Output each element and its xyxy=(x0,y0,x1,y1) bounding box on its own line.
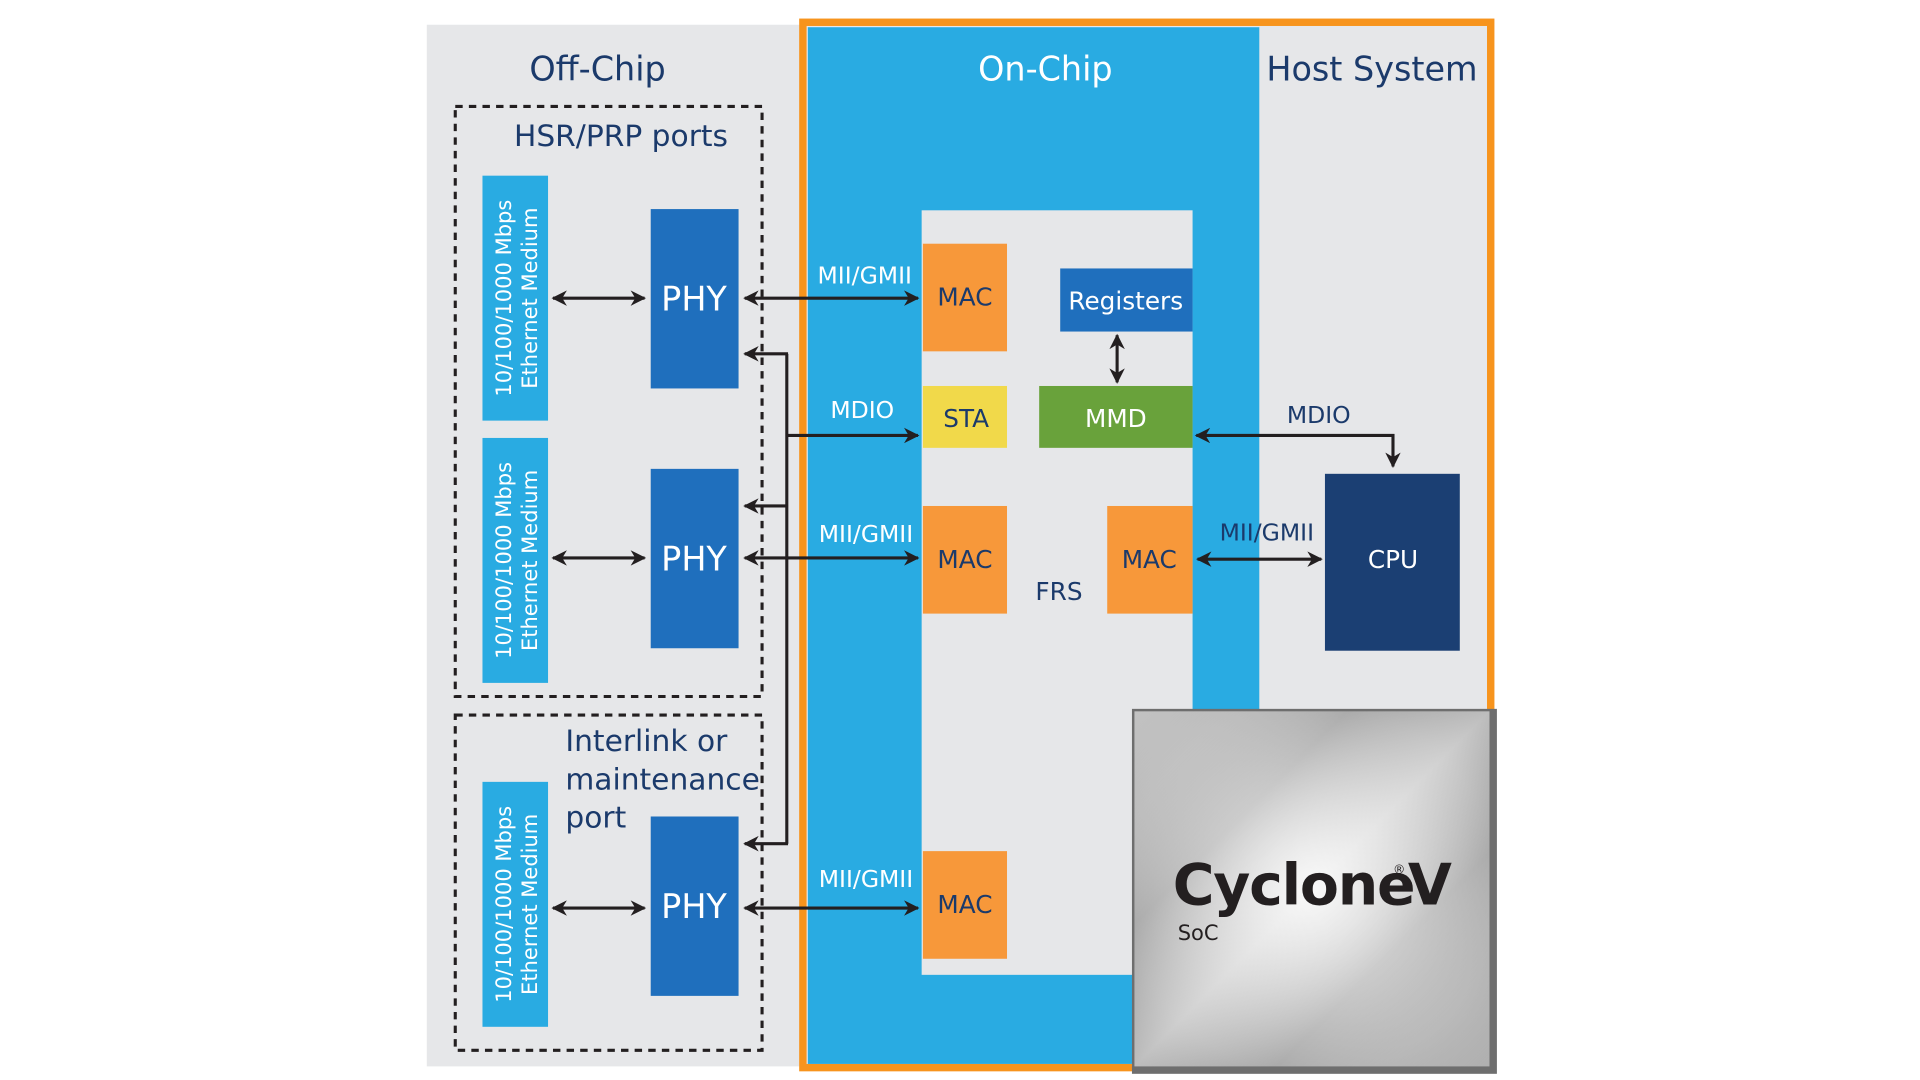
ethernet-medium-3: 10/100/1000 Mbps Ethernet Medium xyxy=(482,781,549,1027)
hsr-prp-diagram: Off-Chip On-Chip Host System HSR/PRP por… xyxy=(426,18,1497,1074)
svg-text:PHY: PHY xyxy=(661,887,727,926)
sta-block: STA xyxy=(922,385,1008,448)
svg-text:10/100/1000 Mbps: 10/100/1000 Mbps xyxy=(491,200,516,397)
mac-block-host: MAC xyxy=(1107,505,1193,614)
interlink-label-1: Interlink or xyxy=(565,724,728,759)
phy-block-2: PHY xyxy=(650,468,739,649)
cyclone-v-chip-logo: Cyclone ® V SoC xyxy=(1131,708,1497,1074)
svg-text:MMD: MMD xyxy=(1085,404,1147,433)
cpu-block: CPU xyxy=(1324,473,1460,651)
svg-text:SoC: SoC xyxy=(1178,920,1219,945)
svg-text:V: V xyxy=(1408,852,1452,918)
host-system-title: Host System xyxy=(1266,49,1477,88)
svg-text:CPU: CPU xyxy=(1368,545,1418,574)
svg-text:MAC: MAC xyxy=(937,545,992,574)
svg-text:Ethernet Medium: Ethernet Medium xyxy=(517,208,542,389)
svg-text:10/100/1000 Mbps: 10/100/1000 Mbps xyxy=(491,462,516,659)
mii-gmii-label-host: MII/GMII xyxy=(1220,519,1314,547)
ethernet-medium-1: 10/100/1000 Mbps Ethernet Medium xyxy=(482,175,549,421)
svg-text:MAC: MAC xyxy=(1122,545,1177,574)
svg-text:PHY: PHY xyxy=(661,539,727,578)
phy-block-3: PHY xyxy=(650,816,739,996)
svg-text:PHY: PHY xyxy=(661,280,727,319)
mdio-label-right: MDIO xyxy=(1287,401,1351,429)
mmd-block: MMD xyxy=(1039,385,1193,448)
phy-block-1: PHY xyxy=(650,209,739,389)
svg-text:STA: STA xyxy=(943,404,989,433)
svg-text:Cyclone: Cyclone xyxy=(1173,852,1415,918)
mac-block-3: MAC xyxy=(922,851,1008,959)
hsr-prp-label: HSR/PRP ports xyxy=(514,119,728,154)
svg-text:10/100/1000 Mbps: 10/100/1000 Mbps xyxy=(491,806,516,1003)
registers-block: Registers xyxy=(1060,268,1193,332)
svg-text:MAC: MAC xyxy=(937,890,992,919)
mii-gmii-label-2: MII/GMII xyxy=(819,520,913,548)
mac-block-1: MAC xyxy=(922,243,1008,352)
frs-label: FRS xyxy=(1035,577,1082,606)
mii-gmii-label-3: MII/GMII xyxy=(819,865,913,893)
mii-gmii-label-1: MII/GMII xyxy=(818,261,912,289)
interlink-label-2: maintenance xyxy=(565,762,760,797)
svg-text:®: ® xyxy=(1393,862,1405,876)
on-chip-title: On-Chip xyxy=(978,49,1112,88)
interlink-label-3: port xyxy=(565,801,626,836)
svg-text:Ethernet Medium: Ethernet Medium xyxy=(517,470,542,651)
mdio-label-left: MDIO xyxy=(830,396,894,424)
ethernet-medium-2: 10/100/1000 Mbps Ethernet Medium xyxy=(482,437,549,683)
off-chip-title: Off-Chip xyxy=(529,49,665,88)
svg-text:Registers: Registers xyxy=(1068,286,1183,315)
svg-text:MAC: MAC xyxy=(937,283,992,312)
svg-text:Ethernet Medium: Ethernet Medium xyxy=(517,814,542,995)
mac-block-2: MAC xyxy=(922,505,1008,614)
